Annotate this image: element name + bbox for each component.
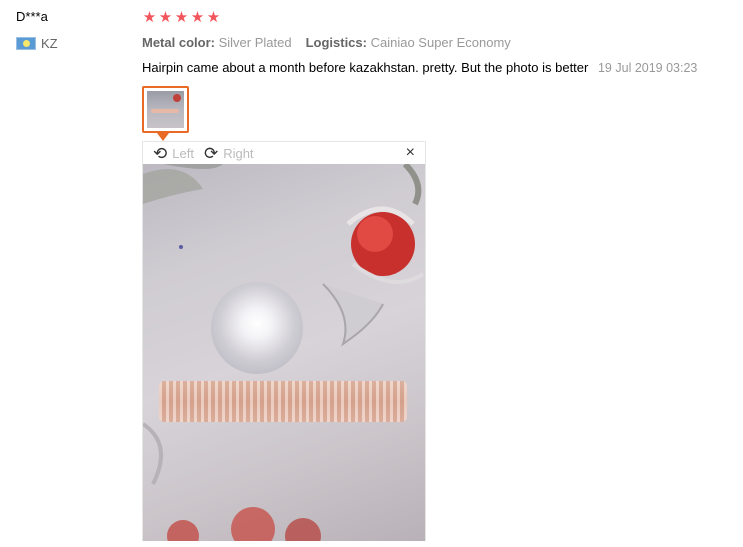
- rotate-left-label: Left: [172, 145, 194, 161]
- review-text: Hairpin came about a month before kazakh…: [142, 60, 589, 75]
- review-body: Hairpin came about a month before kazakh…: [142, 60, 697, 75]
- review-photo-thumbnail[interactable]: [142, 86, 189, 133]
- photo-viewer: ⟲ Left ⟳ Right ×: [142, 141, 426, 541]
- viewer-toolbar: ⟲ Left ⟳ Right ×: [143, 142, 425, 164]
- star-icon: ★: [190, 9, 205, 26]
- attribute-key: Metal color:: [142, 35, 215, 50]
- attribute-key: Logistics:: [305, 35, 367, 50]
- star-icon: ★: [158, 9, 173, 26]
- thumbnail-pointer: [157, 133, 169, 141]
- attribute-value: Cainiao Super Economy: [370, 35, 511, 50]
- crystal-hairpin: [159, 381, 407, 422]
- star-icon: ★: [174, 9, 189, 26]
- review-photo: [143, 164, 425, 541]
- kazakhstan-flag-icon: [16, 37, 36, 50]
- star-icon: ★: [206, 9, 221, 26]
- review-date: 19 Jul 2019 03:23: [597, 61, 698, 75]
- attribute-metal-color: Metal color: Silver Plated: [142, 35, 292, 50]
- rotate-left-button[interactable]: ⟲ Left: [153, 145, 194, 162]
- star-icon: ★: [142, 9, 157, 26]
- reviewer-country: KZ: [16, 36, 58, 51]
- order-attributes: Metal color: Silver Plated Logistics: Ca…: [142, 35, 511, 50]
- rotate-left-icon: ⟲: [153, 143, 168, 163]
- rotate-right-button[interactable]: ⟳ Right: [204, 145, 254, 162]
- star-rating: ★ ★ ★ ★ ★: [142, 9, 221, 27]
- thumbnail-image: [147, 91, 184, 128]
- close-icon[interactable]: ×: [406, 144, 415, 162]
- country-code: KZ: [41, 36, 58, 51]
- pearl-ornament: [211, 282, 303, 374]
- reviewer-name: D***a: [16, 9, 48, 24]
- attribute-value: Silver Plated: [218, 35, 292, 50]
- rotate-right-label: Right: [223, 145, 254, 161]
- attribute-logistics: Logistics: Cainiao Super Economy: [306, 35, 511, 50]
- rotate-right-icon: ⟳: [203, 143, 219, 163]
